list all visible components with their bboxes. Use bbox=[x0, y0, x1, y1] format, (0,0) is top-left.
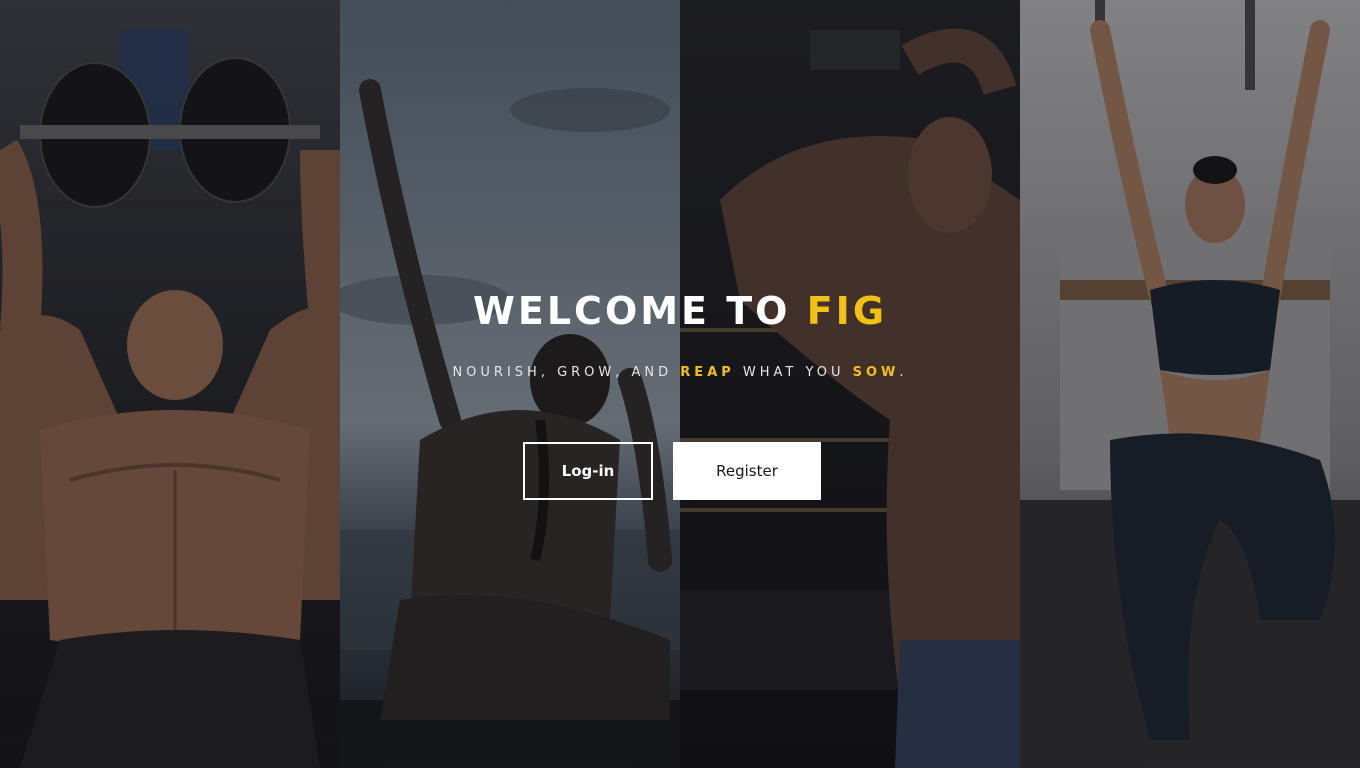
brand-name: FIG bbox=[806, 289, 888, 333]
register-button-label: Register bbox=[716, 462, 778, 480]
hero-section: WELCOME TO FIG NOURISH, GROW, AND REAP W… bbox=[0, 0, 1360, 768]
tagline-part-1: NOURISH, GROW, AND bbox=[452, 365, 673, 380]
welcome-title-prefix: WELCOME TO bbox=[472, 289, 791, 333]
welcome-title: WELCOME TO FIG bbox=[0, 286, 1360, 336]
tagline-end: . bbox=[899, 365, 908, 380]
landing-page: WELCOME TO FIG NOURISH, GROW, AND REAP W… bbox=[0, 0, 1360, 768]
login-button[interactable]: Log-in bbox=[523, 442, 653, 500]
tagline-part-2: WHAT YOU bbox=[742, 365, 845, 380]
tagline-accent-sow: SOW bbox=[852, 365, 900, 380]
login-button-label: Log-in bbox=[561, 462, 615, 480]
tagline: NOURISH, GROW, AND REAP WHAT YOU SOW. bbox=[0, 364, 1360, 382]
register-button[interactable]: Register bbox=[673, 442, 821, 500]
tagline-accent-reap: REAP bbox=[680, 365, 735, 380]
